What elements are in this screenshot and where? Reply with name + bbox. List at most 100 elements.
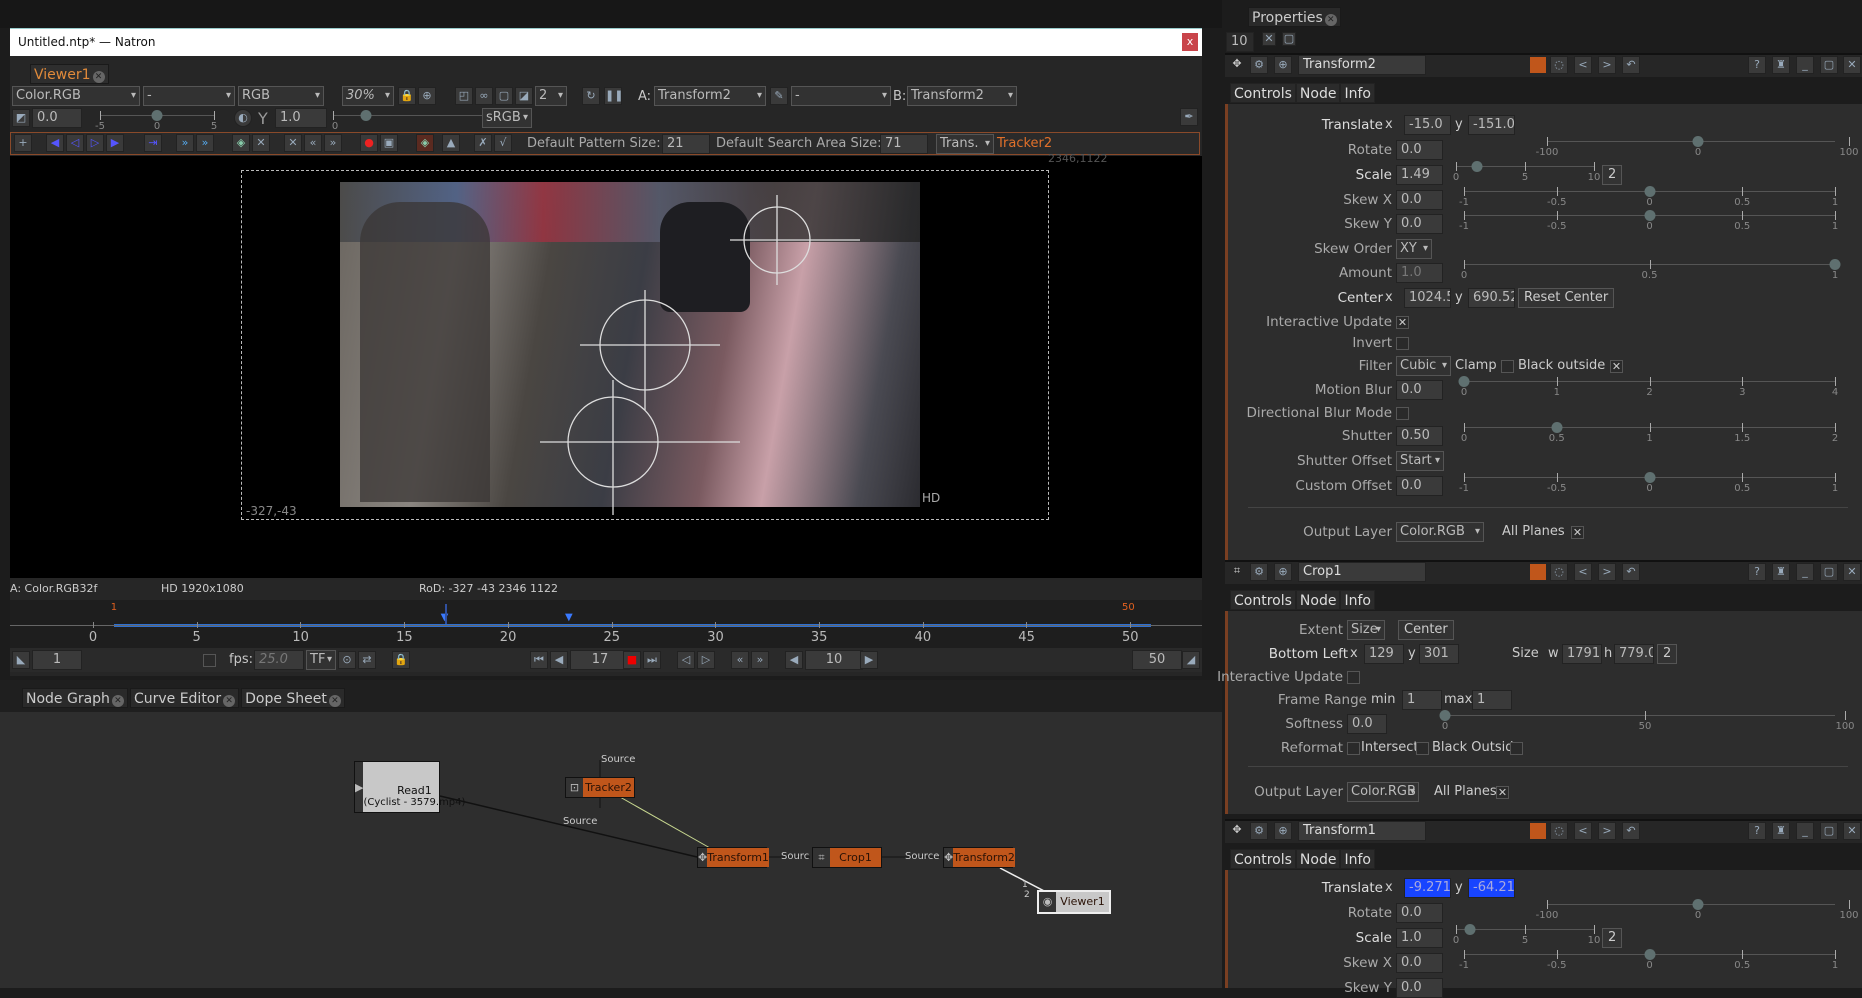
close-icon[interactable]: ✕ [1324,14,1337,26]
param-slider[interactable]: -1 -0.5 0 0.5 1 [1459,949,1838,975]
rotate-field[interactable]: 0.0 [1396,903,1443,923]
node-name-field[interactable]: Crop1 [1298,562,1426,582]
node-transform1[interactable]: ✥ Transform1 [697,847,769,868]
node-tracker2[interactable]: ⊡ Tracker2 [565,777,635,798]
settings-gear-icon[interactable]: ⚙ [1250,56,1268,74]
scale-field[interactable]: 1.0 [1396,928,1443,948]
close-panel-icon[interactable]: ✕ [1843,563,1861,581]
translate-y-field[interactable]: -64.21 [1468,878,1515,898]
frame-range-max-field[interactable]: 1 [1472,690,1512,710]
help-icon[interactable]: ? [1748,56,1766,74]
hide-unmodified-icon[interactable]: ♜ [1772,822,1790,840]
param-slider[interactable]: 0 50 100 [1439,710,1855,736]
softness-field[interactable]: 0.0 [1347,714,1387,734]
slider-knob[interactable] [1692,136,1704,147]
help-icon[interactable]: ? [1748,822,1766,840]
reset-center-button[interactable]: Reset Center [1518,288,1615,308]
skew-x-field[interactable]: 0.0 [1396,953,1443,973]
black-outside-checkbox[interactable] [1510,742,1523,755]
slider-knob[interactable] [1829,259,1841,270]
minimize-icon[interactable]: _ [1796,822,1814,840]
shutter-field[interactable]: 0.50 [1396,426,1443,446]
tab-node[interactable]: Node [1295,590,1341,610]
slider-knob[interactable] [1551,422,1563,433]
bottom-left-y-field[interactable]: 301 [1419,644,1459,664]
slider-knob[interactable] [1692,899,1704,910]
interactive-update-checkbox[interactable] [1347,671,1360,684]
minimize-icon[interactable]: _ [1796,563,1814,581]
param-slider[interactable]: -1 -0.5 0 0.5 1 [1459,472,1838,498]
param-slider[interactable]: 0 1 2 3 4 [1458,376,1838,402]
center-y-field[interactable]: 690.52 [1468,288,1515,308]
help-icon[interactable]: ? [1748,563,1766,581]
param-slider[interactable]: 0 5 10 [1453,924,1600,950]
clamp-checkbox[interactable] [1501,360,1514,373]
param-slider[interactable]: 0 0.5 1 1.5 2 [1461,422,1838,448]
undo-icon[interactable]: < [1574,56,1592,74]
node-color-swatch[interactable] [1530,823,1546,839]
custom-offset-field[interactable]: 0.0 [1396,476,1443,496]
center-button[interactable]: Center [1398,620,1454,640]
param-slider[interactable]: -100 0 100 [1536,899,1859,925]
minimize-panels-icon[interactable]: ▢ [1282,32,1296,46]
center-x-field[interactable]: 1024.5 [1404,288,1451,308]
undo-icon[interactable]: < [1574,563,1592,581]
slider-knob[interactable] [1471,161,1483,172]
all-planes-checkbox[interactable]: ✕ [1496,786,1509,799]
translate-x-field[interactable]: -15.0 [1404,115,1451,135]
clear-panels-icon[interactable]: ✕ [1262,32,1276,46]
tab-node[interactable]: Node [1295,83,1341,103]
intersect-checkbox[interactable] [1416,742,1429,755]
skew-x-field[interactable]: 0.0 [1396,190,1443,210]
minimize-icon[interactable]: _ [1796,56,1814,74]
interactive-update-checkbox[interactable]: ✕ [1396,316,1409,329]
node-crop1[interactable]: ⌗ Crop1 [812,847,882,868]
close-panel-icon[interactable]: ✕ [1843,822,1861,840]
restore-defaults-icon[interactable]: ↶ [1622,822,1640,840]
tab-info[interactable]: Info [1340,590,1375,610]
slider-knob[interactable] [1644,186,1655,197]
slider-knob[interactable] [1458,376,1470,387]
motion-blur-field[interactable]: 0.0 [1396,380,1443,400]
size-dimensions-button[interactable]: 2 [1657,644,1678,664]
amount-field[interactable]: 1.0 [1396,263,1443,283]
node-transform2[interactable]: ✥ Transform2 [943,847,1015,868]
float-icon[interactable]: ▢ [1820,822,1838,840]
tab-info[interactable]: Info [1340,83,1375,103]
bottom-left-x-field[interactable]: 129 [1364,644,1404,664]
output-layer-select[interactable]: Color.RGB [1347,782,1419,802]
skew-order-select[interactable]: XY [1396,239,1432,259]
restore-defaults-icon[interactable]: ↶ [1622,56,1640,74]
tab-controls[interactable]: Controls [1230,849,1296,869]
restore-defaults-icon[interactable]: ↶ [1622,563,1640,581]
redo-icon[interactable]: > [1598,56,1616,74]
node-color-swatch[interactable] [1530,57,1546,73]
overlay-color-icon[interactable]: ◌ [1550,563,1568,581]
param-slider[interactable]: -1 -0.5 0 0.5 1 [1459,210,1838,236]
scale-field[interactable]: 1.49 [1396,165,1443,185]
max-panels-field[interactable]: 10 [1226,32,1254,52]
node-viewer1[interactable]: ◉ Viewer1 [1037,890,1111,914]
node-name-field[interactable]: Transform2 [1298,55,1426,75]
tab-properties[interactable]: Properties ✕ [1248,7,1341,27]
float-icon[interactable]: ▢ [1820,56,1838,74]
size-w-field[interactable]: 1791.0 [1562,644,1602,664]
settings-gear-icon[interactable]: ⚙ [1250,563,1268,581]
param-slider[interactable]: 0 0.5 1 [1461,259,1841,285]
add-plus-icon[interactable]: ⊕ [1274,563,1292,581]
hide-unmodified-icon[interactable]: ♜ [1772,56,1790,74]
slider-knob[interactable] [1644,472,1655,483]
black-outside-checkbox[interactable]: ✕ [1610,360,1623,373]
slider-knob[interactable] [1644,210,1655,221]
redo-icon[interactable]: > [1598,822,1616,840]
scale-dimensions-button[interactable]: 2 [1602,165,1623,185]
directional-blur-checkbox[interactable] [1396,407,1409,420]
tab-node[interactable]: Node [1295,849,1341,869]
tab-controls[interactable]: Controls [1230,590,1296,610]
rotate-field[interactable]: 0.0 [1396,140,1443,160]
redo-icon[interactable]: > [1598,563,1616,581]
translate-x-field[interactable]: -9.271 [1404,878,1451,898]
slider-knob[interactable] [1464,924,1476,935]
close-panel-icon[interactable]: ✕ [1843,56,1861,74]
param-slider[interactable]: -1 -0.5 0 0.5 1 [1459,186,1838,212]
